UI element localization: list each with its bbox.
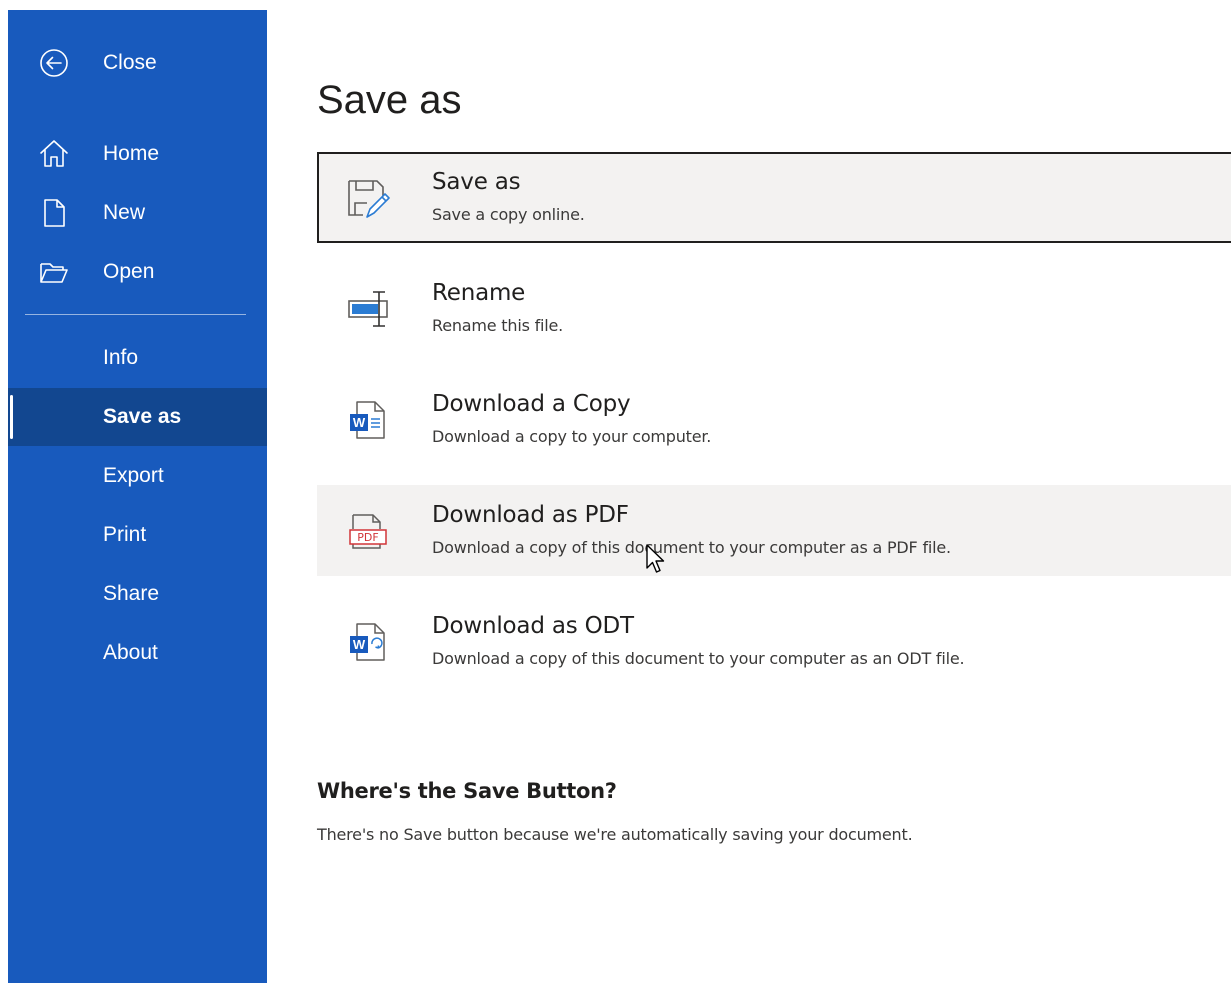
download-copy-option-description: Download a copy to your computer. xyxy=(432,427,712,446)
word-document-icon: W xyxy=(343,395,393,445)
home-icon xyxy=(37,137,71,171)
nav-about-label: About xyxy=(103,641,158,664)
close-label: Close xyxy=(103,51,157,74)
rename-option-title: Rename xyxy=(432,280,526,306)
nav-new-label: New xyxy=(103,201,146,224)
back-arrow-icon xyxy=(37,46,71,80)
rename-option[interactable]: Rename Rename this file. xyxy=(317,263,1231,354)
save-as-option-description: Save a copy online. xyxy=(432,205,585,224)
svg-text:PDF: PDF xyxy=(357,531,378,544)
nav-open[interactable]: Open xyxy=(8,243,267,301)
download-odt-option-title: Download as ODT xyxy=(432,613,634,639)
save-as-option[interactable]: Save as Save a copy online. xyxy=(317,152,1231,243)
download-pdf-option[interactable]: PDF Download as PDF Download a copy of t… xyxy=(317,485,1231,576)
backstage-sidebar: Close Home New Open Info Save as Export … xyxy=(8,10,267,983)
pdf-icon: PDF xyxy=(343,506,393,556)
backstage-page: Close Home New Open Info Save as Export … xyxy=(0,0,1231,983)
rename-option-description: Rename this file. xyxy=(432,316,564,335)
svg-text:W: W xyxy=(353,415,366,430)
nav-export-label: Export xyxy=(103,464,164,487)
nav-home-label: Home xyxy=(103,142,160,165)
nav-open-label: Open xyxy=(103,260,155,283)
download-odt-option-description: Download a copy of this document to your… xyxy=(432,649,965,668)
download-pdf-option-description: Download a copy of this document to your… xyxy=(432,538,951,557)
download-copy-option-title: Download a Copy xyxy=(432,391,631,417)
save-as-icon xyxy=(343,173,393,223)
nav-export[interactable]: Export xyxy=(8,447,267,505)
nav-save-as-label: Save as xyxy=(103,405,182,428)
nav-print[interactable]: Print xyxy=(8,506,267,564)
new-document-icon xyxy=(37,196,71,230)
save-button-heading: Where's the Save Button? xyxy=(317,779,617,803)
sidebar-divider xyxy=(25,314,246,315)
rename-icon xyxy=(343,284,393,334)
nav-print-label: Print xyxy=(103,523,147,546)
nav-new[interactable]: New xyxy=(8,184,267,242)
download-pdf-option-title: Download as PDF xyxy=(432,502,629,528)
save-as-option-title: Save as xyxy=(432,169,521,195)
nav-save-as[interactable]: Save as xyxy=(8,388,267,446)
page-title: Save as xyxy=(317,78,462,122)
nav-info[interactable]: Info xyxy=(8,329,267,387)
close-button[interactable]: Close xyxy=(8,34,267,92)
nav-info-label: Info xyxy=(103,346,139,369)
nav-home[interactable]: Home xyxy=(8,125,267,183)
open-folder-icon xyxy=(37,255,71,289)
nav-about[interactable]: About xyxy=(8,624,267,682)
nav-share-label: Share xyxy=(103,582,160,605)
odt-document-icon: W xyxy=(343,617,393,667)
nav-share[interactable]: Share xyxy=(8,565,267,623)
svg-text:W: W xyxy=(353,637,366,652)
autosave-explanation: There's no Save button because we're aut… xyxy=(317,825,913,844)
download-odt-option[interactable]: W Download as ODT Download a copy of thi… xyxy=(317,596,1231,687)
download-copy-option[interactable]: W Download a Copy Download a copy to you… xyxy=(317,374,1231,465)
